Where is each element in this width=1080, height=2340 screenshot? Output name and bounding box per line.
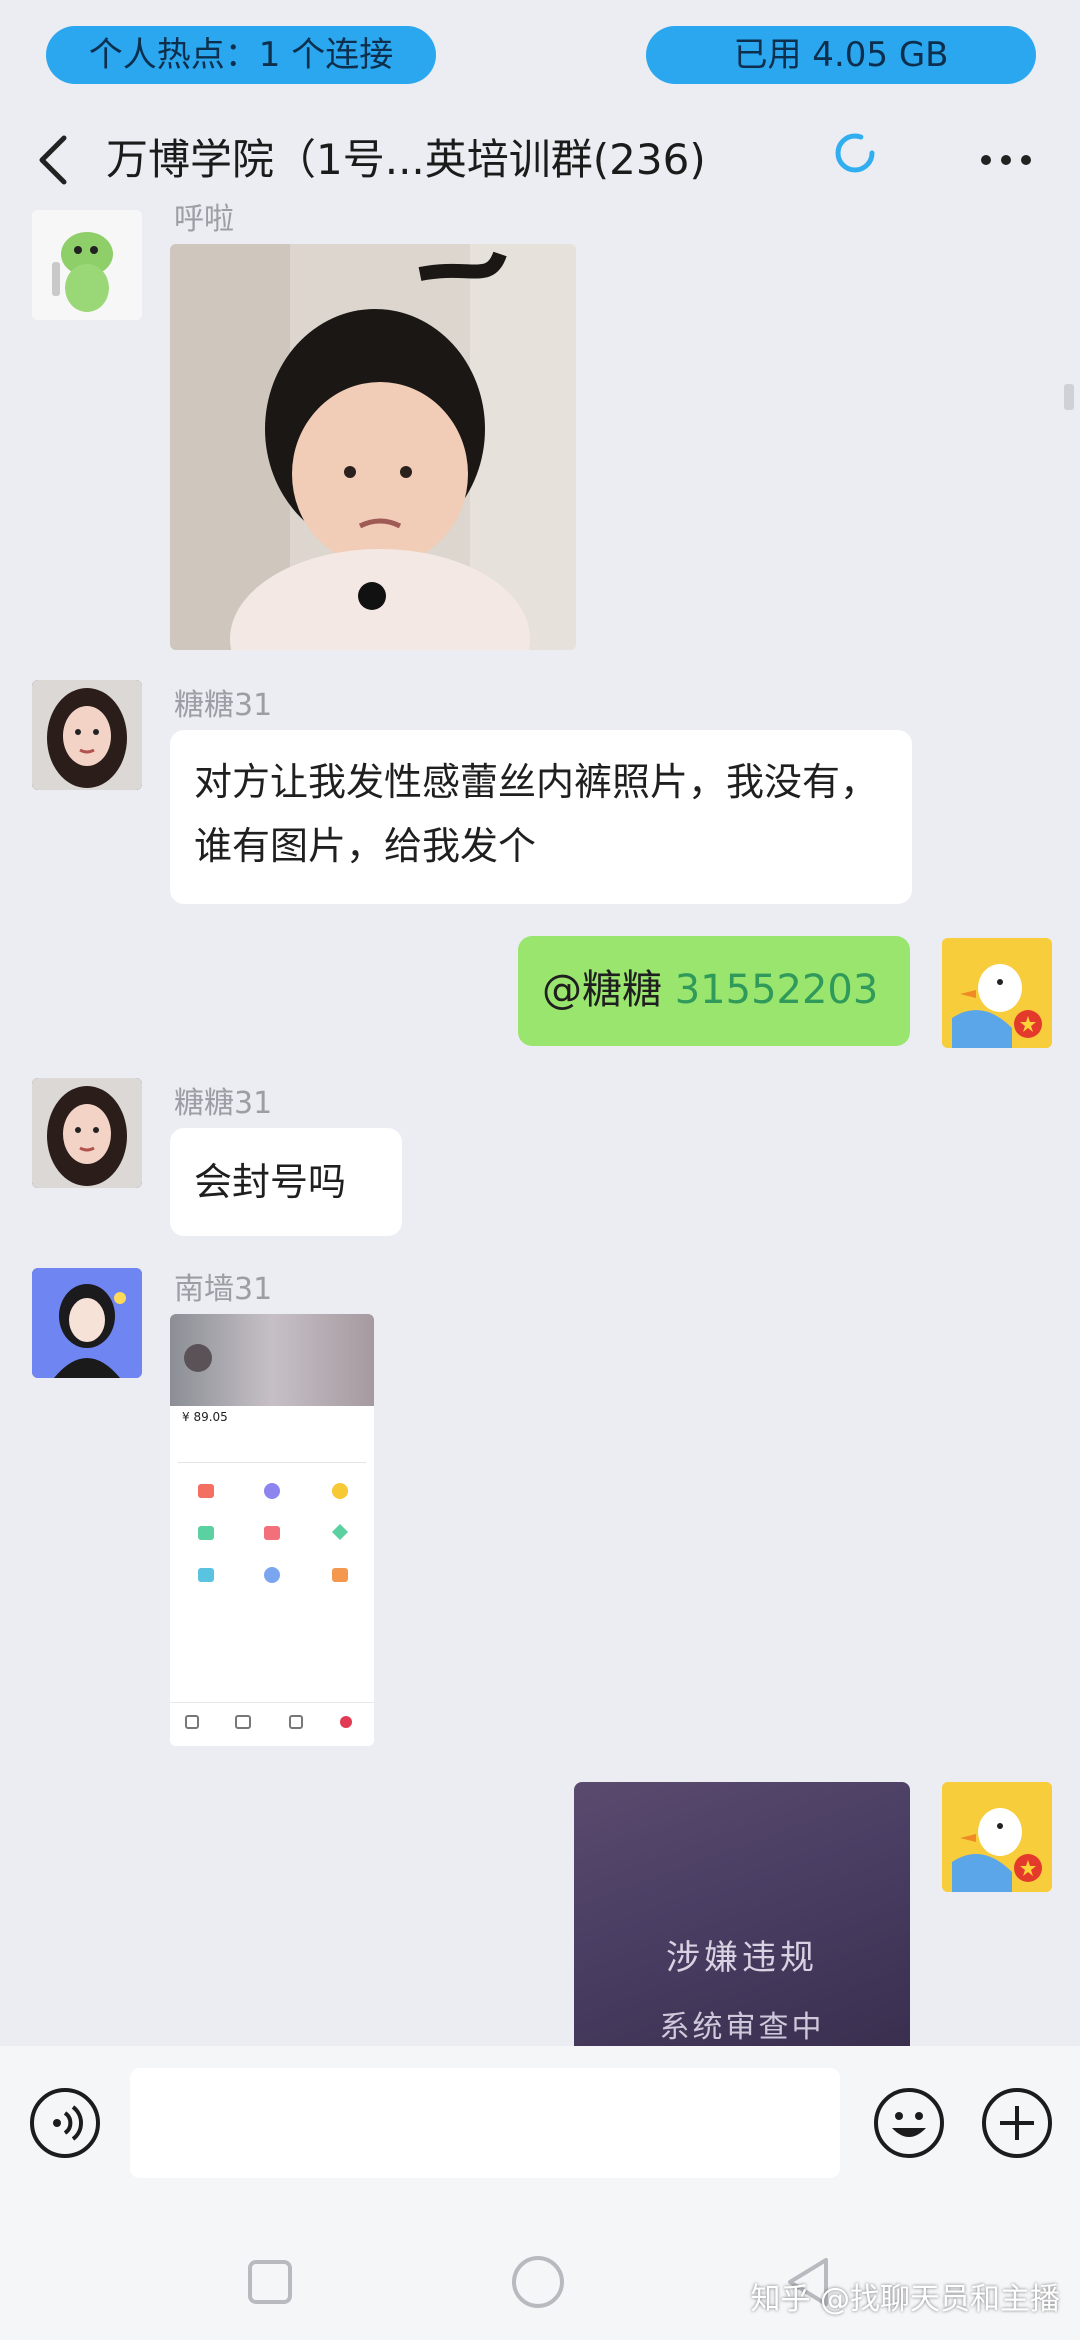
mention-id: 31552203	[674, 967, 879, 1013]
screenshot-icon-grid	[198, 1483, 348, 1583]
mention-text: @糖糖	[542, 967, 662, 1013]
text-message-bubble[interactable]: 对方让我发性感蕾丝内裤照片，我没有，谁有图片，给我发个	[170, 730, 912, 904]
screenshot-balance: ¥ 89.05	[182, 1410, 228, 1424]
message-composer	[0, 2046, 1080, 2232]
chat-title[interactable]: 万博学院（1号...英培训群(236)	[106, 128, 786, 192]
screenshot-tabbar-divider	[170, 1702, 374, 1703]
sender-name: 呼啦	[174, 202, 234, 237]
avatar-tangtang[interactable]	[32, 680, 142, 790]
voice-icon[interactable]	[28, 2086, 102, 2160]
screenshot-avatar	[184, 1344, 212, 1372]
avatar-me-goose[interactable]	[942, 1782, 1052, 1892]
screenshot-divider	[178, 1462, 366, 1463]
emoji-icon[interactable]	[872, 2086, 946, 2160]
avatar-dinosaur[interactable]	[32, 210, 142, 320]
message-text: 会封号吗	[194, 1160, 347, 1204]
sender-name: 糖糖31	[174, 1086, 273, 1121]
screenshot-tabbar	[185, 1715, 352, 1729]
screenshot-image-message[interactable]: ¥ 89.05	[170, 1314, 374, 1746]
sender-name: 南墙31	[174, 1272, 273, 1307]
my-message-bubble[interactable]: @糖糖 31552203	[518, 936, 910, 1046]
plus-icon[interactable]	[980, 2086, 1054, 2160]
avatar-tangtang[interactable]	[32, 1078, 142, 1188]
system-nav-bar: 知乎 @找聊天员和主播	[0, 2232, 1080, 2340]
square-icon[interactable]	[246, 2258, 294, 2306]
more-dots-icon[interactable]	[976, 132, 1036, 188]
image-message[interactable]	[170, 244, 576, 650]
chat-header: 万博学院（1号...英培训群(236)	[0, 110, 1080, 210]
child-photo-image	[170, 244, 576, 650]
storage-status-pill[interactable]: 已用 4.05 GB	[646, 26, 1036, 84]
watermark-text: 知乎 @找聊天员和主播	[750, 2282, 1060, 2317]
blocked-title: 涉嫌违规	[666, 1938, 818, 1978]
avatar-me-goose[interactable]	[942, 938, 1052, 1048]
loading-ring-icon	[835, 133, 875, 173]
message-input[interactable]	[130, 2068, 840, 2178]
scroll-indicator[interactable]	[1064, 384, 1074, 410]
chevron-left-icon[interactable]	[30, 130, 80, 190]
hotspot-status-pill[interactable]: 个人热点：1 个连接	[46, 26, 436, 84]
blocked-image-message[interactable]: 涉嫌违规 系统审查中	[574, 1782, 910, 2046]
circle-icon[interactable]	[510, 2254, 566, 2310]
avatar-nanqiang[interactable]	[32, 1268, 142, 1378]
blocked-subtitle: 系统审查中	[659, 2010, 825, 2045]
message-text: 对方让我发性感蕾丝内裤照片，我没有，谁有图片，给我发个	[194, 760, 879, 868]
sender-name: 糖糖31	[174, 688, 273, 723]
text-message-bubble[interactable]: 会封号吗	[170, 1128, 402, 1236]
